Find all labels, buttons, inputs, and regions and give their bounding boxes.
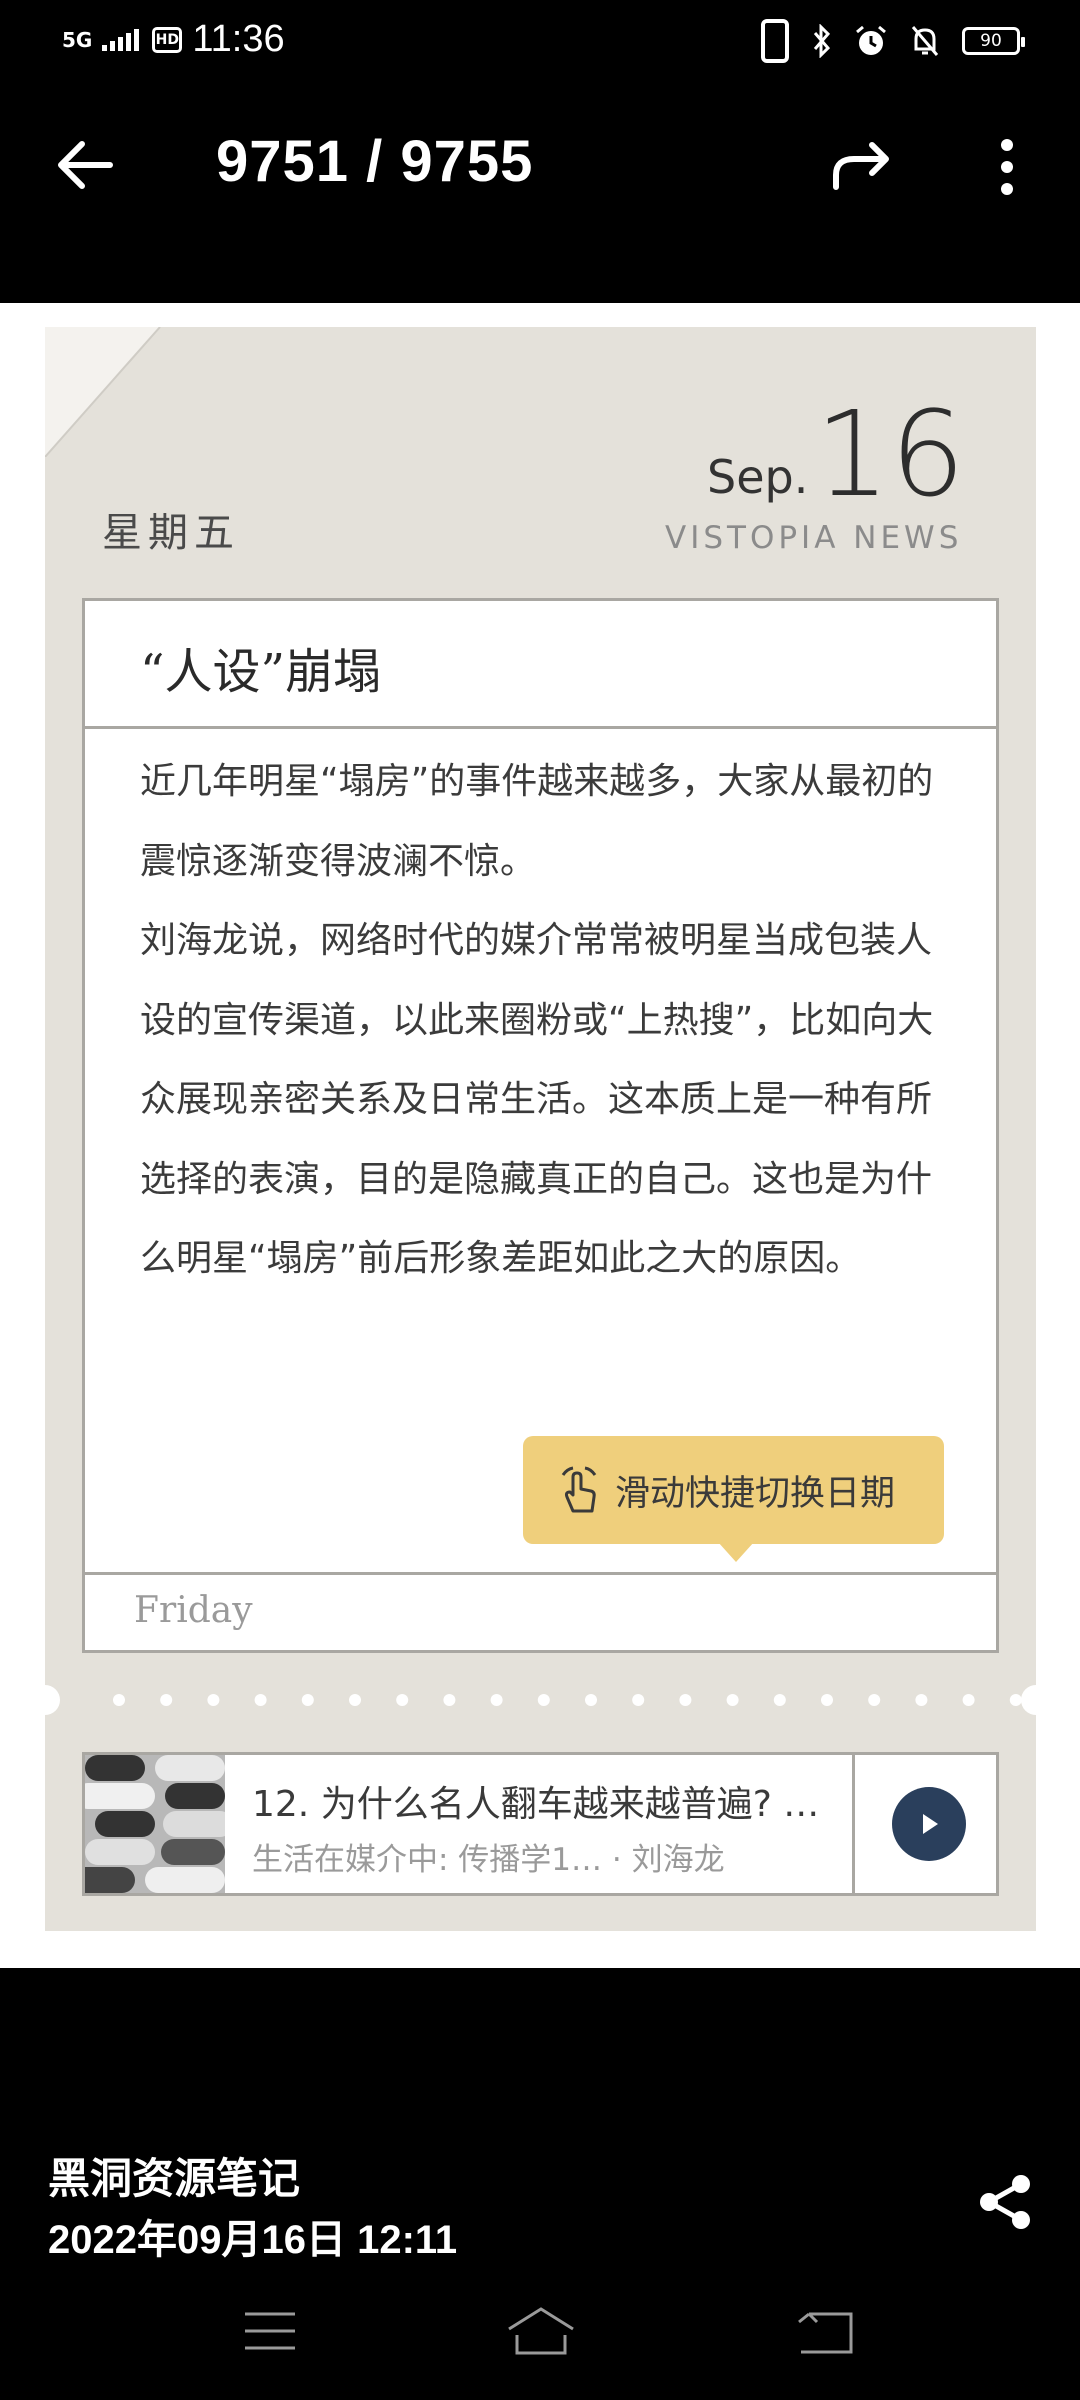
episode-title: 12. 为什么名人翻车越来越普遍? …	[252, 1784, 820, 1825]
divider	[82, 1572, 999, 1575]
perforation-notch	[45, 1685, 60, 1715]
perforation-dot	[773, 1694, 786, 1706]
player-divider	[852, 1755, 855, 1893]
status-time: 11:36	[192, 18, 285, 60]
perforation-dot	[868, 1694, 881, 1706]
bluetooth-icon	[813, 24, 831, 58]
article-headline: “人设”崩塌	[140, 644, 382, 700]
swipe-hand-icon	[561, 1466, 597, 1513]
article-paragraph: 刘海龙说，网络时代的媒介常常被明星当成包装人设的宣传渠道，以此来圈粉或“上热搜”…	[140, 920, 934, 1279]
perforation-dot	[537, 1694, 550, 1706]
perforation-dot	[585, 1694, 597, 1706]
perforation-dot	[490, 1694, 503, 1706]
perforation-dot	[443, 1694, 456, 1706]
share-icon[interactable]	[975, 2172, 1035, 2232]
album-cover	[85, 1755, 225, 1893]
perforation-dot	[207, 1694, 220, 1706]
status-right: 90	[760, 18, 1025, 64]
nav-back-icon[interactable]	[795, 2308, 855, 2356]
album-name: 黑洞资源笔记	[48, 2154, 301, 2203]
perforation-dot	[821, 1694, 833, 1706]
play-icon	[923, 1814, 938, 1834]
top-app-bar	[0, 100, 1080, 230]
perforation-dot	[113, 1694, 125, 1706]
brand-label: VISTOPIA NEWS	[665, 520, 963, 556]
battery-icon: 90	[962, 27, 1025, 55]
article-body: 近几年明星“塌房”的事件越来越多，大家从最初的震惊逐渐变得波澜不惊。 刘海龙说，…	[140, 742, 950, 1299]
perforation-dot	[301, 1694, 314, 1706]
divider	[82, 726, 999, 729]
perforation-dot	[679, 1694, 692, 1706]
swipe-tip-text: 滑动快捷切换日期	[615, 1473, 896, 1514]
perforation-dot	[915, 1694, 928, 1706]
swipe-tip: 滑动快捷切换日期	[523, 1436, 944, 1544]
perforation-dots	[45, 1685, 1036, 1715]
nav-menu-icon[interactable]	[243, 2310, 297, 2352]
more-vert-icon[interactable]	[985, 135, 1029, 199]
article-paragraph: 近几年明星“塌房”的事件越来越多，大家从最初的震惊逐渐变得波澜不惊。	[140, 761, 934, 882]
forward-share-icon[interactable]	[828, 135, 898, 195]
perforation-dot	[160, 1694, 173, 1706]
episode-subtitle: 生活在媒介中: 传播学1… · 刘海龙	[252, 1842, 725, 1878]
weekday-chinese: 星期五	[102, 510, 240, 556]
day-number: 16	[815, 385, 966, 523]
corner-fold-decoration	[45, 327, 161, 457]
signal-5g: 5G	[62, 27, 93, 52]
perforation-dot	[962, 1694, 975, 1706]
phone-icon	[761, 19, 789, 63]
nav-home-icon[interactable]	[505, 2305, 577, 2357]
weekday-english: Friday	[134, 1590, 253, 1631]
photo-datetime: 2022年09月16日 12:11	[48, 2218, 458, 2262]
tip-arrow	[718, 1542, 754, 1562]
alarm-icon	[856, 25, 886, 55]
signal-bars-icon	[102, 28, 140, 51]
hd-badge: HD	[152, 26, 183, 53]
status-left: 5G HD 11:36	[62, 18, 285, 61]
status-bar: 5G HD 11:36 90	[0, 0, 1080, 80]
perforation-dot	[254, 1694, 267, 1706]
perforation-dot	[349, 1694, 361, 1706]
image-counter: 9751 / 9755	[216, 129, 534, 194]
perforation-dot	[396, 1694, 409, 1706]
perforation-dot	[726, 1694, 739, 1706]
mute-bell-icon	[911, 26, 939, 56]
play-button[interactable]	[892, 1787, 966, 1861]
month-label: Sep.	[707, 450, 809, 504]
perforation-dot	[632, 1694, 645, 1706]
perforation-notch	[1021, 1685, 1036, 1715]
battery-level: 90	[980, 31, 1002, 51]
back-arrow-icon[interactable]	[50, 130, 120, 200]
perforation-dot	[1009, 1694, 1022, 1706]
